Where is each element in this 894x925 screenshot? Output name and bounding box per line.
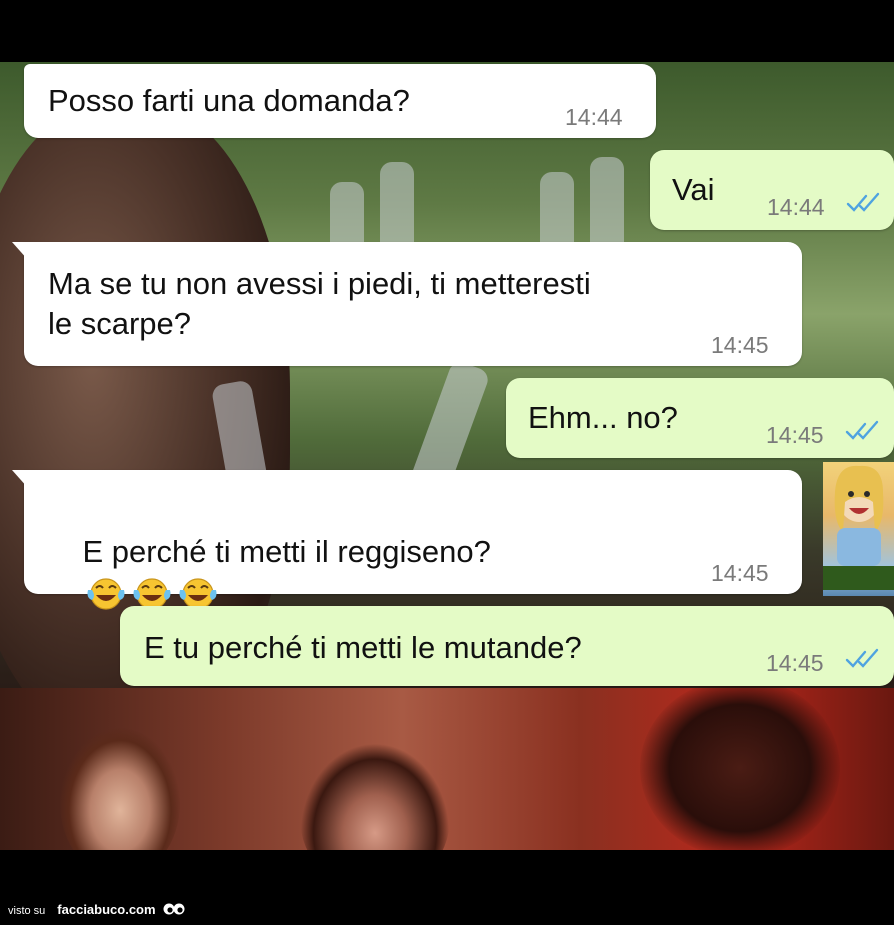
- message-time: 14:44: [565, 104, 623, 130]
- message-time: 14:45: [711, 332, 769, 358]
- watermark-site: facciabuco.com: [57, 902, 156, 917]
- read-ticks-icon: [846, 192, 880, 212]
- googly-eyes-icon: [163, 903, 185, 915]
- message-bubble-outgoing[interactable]: Vai 14:44: [650, 150, 894, 230]
- message-text: E perché ti metti il reggiseno?: [82, 534, 491, 569]
- message-time: 14:45: [711, 560, 769, 586]
- read-ticks-icon: [845, 420, 879, 440]
- watermark-prefix: visto su: [8, 905, 46, 917]
- background-audience-photo: [0, 678, 894, 893]
- tears-of-joy-icon: [87, 578, 125, 610]
- bubble-tail: [12, 470, 28, 488]
- message-bubble-outgoing[interactable]: Ehm... no? 14:45: [506, 378, 894, 458]
- cartoon-face-icon: [834, 465, 884, 566]
- top-black-band: [0, 0, 894, 62]
- message-text: Ehm... no?: [528, 400, 678, 435]
- message-time: 14:45: [766, 650, 824, 676]
- message-text: Posso farti una domanda?: [48, 83, 410, 118]
- message-time: 14:45: [766, 422, 824, 448]
- sticker-label: [823, 566, 894, 590]
- message-text: Vai: [672, 172, 715, 207]
- message-bubble-incoming[interactable]: Posso farti una domanda? 14:44: [24, 64, 656, 138]
- message-time: 14:44: [767, 194, 825, 220]
- message-bubble-outgoing[interactable]: E tu perché ti metti le mutande? 14:45: [120, 606, 894, 686]
- background-person: [640, 678, 840, 858]
- message-text: Ma se tu non avessi i piedi, ti metteres…: [48, 266, 591, 341]
- message-bubble-incoming[interactable]: E perché ti metti il reggiseno? 14:45: [12, 470, 802, 610]
- read-ticks-icon: [845, 648, 879, 668]
- cartoon-sticker: [823, 462, 894, 596]
- site-watermark: visto su facciabuco.com: [8, 902, 185, 917]
- bubble-tail: [12, 242, 28, 260]
- message-text: E tu perché ti metti le mutande?: [144, 630, 582, 665]
- message-bubble-incoming[interactable]: Ma se tu non avessi i piedi, ti metteres…: [12, 242, 802, 366]
